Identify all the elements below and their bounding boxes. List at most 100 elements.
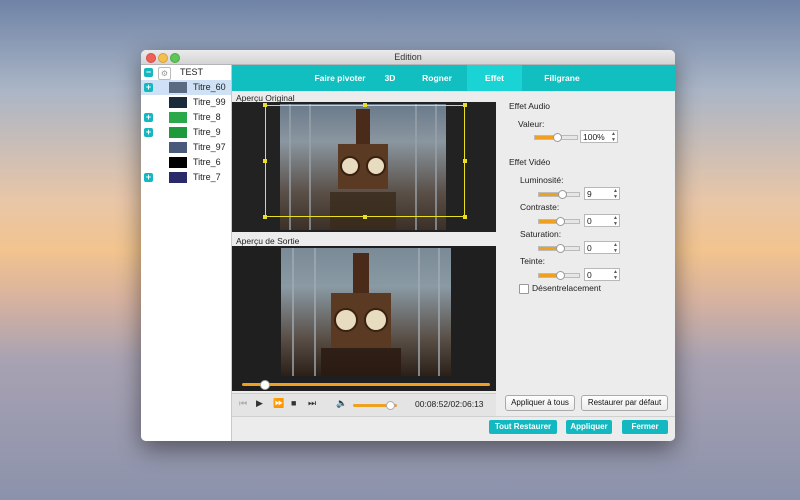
brightness-handle[interactable] (558, 190, 567, 199)
brightness-slider[interactable] (538, 190, 580, 199)
title-thumbnail (169, 127, 187, 138)
hue-label: Teinte: (520, 256, 546, 266)
timecode: 00:08:52/02:06:13 (415, 399, 484, 409)
title-bar: Edition (141, 50, 675, 65)
restore-all-button[interactable]: Tout Restaurer (489, 420, 557, 434)
clock-tower-image (292, 248, 440, 376)
restore-default-button[interactable]: Restaurer par défaut (581, 395, 668, 411)
contrast-slider[interactable] (538, 217, 580, 226)
hue-stepper[interactable]: 0 ▲ ▼ (584, 268, 620, 281)
settings-icon: ⚙ (158, 67, 171, 80)
stepper-arrows-icon[interactable]: ▲ ▼ (613, 242, 618, 254)
title-thumbnail (169, 142, 187, 153)
tree-item-label: Titre_6 (193, 157, 221, 167)
play-icon[interactable]: ▶ (256, 398, 263, 409)
deinterlace-label: Désentrelacement (532, 283, 601, 293)
effects-panel: Effet Audio Valeur: 100% ▲ ▼ Effet Vidéo … (502, 91, 675, 411)
saturation-handle[interactable] (556, 244, 565, 253)
skip-forward-icon[interactable]: ⏭ (308, 398, 316, 409)
apply-button[interactable]: Appliquer (566, 420, 612, 434)
tree-item-label: Titre_8 (193, 112, 221, 122)
speaker-icon[interactable]: 🔈 (336, 398, 347, 409)
close-window-button[interactable] (146, 53, 156, 63)
expand-icon[interactable]: + (144, 173, 153, 182)
output-preview-label: Aperçu de Sortie (236, 236, 300, 246)
stepper-arrows-icon[interactable]: ▲ ▼ (613, 215, 618, 227)
tab-bar: Faire pivoter 3D Rogner Effet Filigrane (232, 65, 675, 91)
title-thumbnail (169, 157, 187, 168)
brightness-stepper[interactable]: 9 ▲ ▼ (584, 187, 620, 200)
saturation-slider[interactable] (538, 244, 580, 253)
title-thumbnail (169, 97, 187, 108)
contrast-handle[interactable] (556, 217, 565, 226)
saturation-label: Saturation: (520, 229, 562, 239)
stop-icon[interactable]: ■ (291, 398, 296, 408)
tree-item-label: Titre_60 (193, 82, 226, 92)
fast-forward-icon[interactable]: ⏩ (273, 398, 284, 409)
expand-icon[interactable]: + (144, 83, 153, 92)
stepper-arrows-icon[interactable]: ▲ ▼ (613, 188, 618, 200)
tree-root-label: TEST (180, 67, 204, 77)
minimize-window-button[interactable] (158, 53, 168, 63)
tree-item[interactable]: Titre_99 (141, 95, 231, 110)
title-thumbnail (169, 82, 187, 93)
stepper-arrows-icon[interactable]: ▲ ▼ (611, 131, 616, 143)
window-title: Edition (394, 52, 422, 62)
crop-rectangle[interactable] (263, 103, 467, 219)
crop-handle[interactable] (363, 215, 367, 219)
hue-slider[interactable] (538, 271, 580, 280)
tree-item-label: Titre_7 (193, 172, 221, 182)
audio-effect-title: Effet Audio (509, 101, 550, 111)
tab-rotate[interactable]: Faire pivoter (305, 65, 375, 91)
tree-item[interactable]: + Titre_8 (141, 110, 231, 125)
collapse-icon[interactable]: − (144, 68, 153, 77)
tree-item[interactable]: + Titre_9 (141, 125, 231, 140)
title-thumbnail (169, 112, 187, 123)
output-frame-image (281, 248, 451, 376)
tab-3d[interactable]: 3D (375, 65, 405, 91)
crop-handle[interactable] (463, 103, 467, 107)
tab-crop[interactable]: Rogner (412, 65, 462, 91)
crop-handle[interactable] (263, 215, 267, 219)
expand-icon[interactable]: + (144, 113, 153, 122)
output-preview (232, 246, 496, 391)
original-preview (232, 102, 496, 232)
crop-handle[interactable] (263, 159, 267, 163)
crop-handle[interactable] (463, 159, 467, 163)
edition-window: Edition − ⚙ TEST + Titre_60 Titre_99 + Titre… (141, 50, 675, 441)
brightness-label: Luminosité: (520, 175, 564, 185)
volume-slider[interactable] (353, 401, 397, 410)
title-thumbnail (169, 172, 187, 183)
crop-handle[interactable] (463, 215, 467, 219)
tree-item-label: Titre_97 (193, 142, 226, 152)
close-button[interactable]: Fermer (622, 420, 668, 434)
tree-item-label: Titre_99 (193, 97, 226, 107)
tree-item[interactable]: Titre_6 (141, 155, 231, 170)
audio-volume-slider[interactable] (534, 133, 578, 142)
hue-handle[interactable] (556, 271, 565, 280)
seek-bar[interactable] (242, 380, 490, 390)
contrast-stepper[interactable]: 0 ▲ ▼ (584, 214, 620, 227)
deinterlace-checkbox[interactable] (519, 284, 529, 294)
volume-handle[interactable] (386, 401, 396, 410)
volume-label: Valeur: (518, 119, 545, 129)
skip-back-icon[interactable]: ⏮ (239, 398, 247, 409)
tab-watermark[interactable]: Filigrane (532, 65, 592, 91)
stepper-arrows-icon[interactable]: ▲ ▼ (613, 269, 618, 281)
contrast-label: Contraste: (520, 202, 560, 212)
saturation-stepper[interactable]: 0 ▲ ▼ (584, 241, 620, 254)
tab-effect[interactable]: Effet (467, 65, 522, 91)
crop-handle[interactable] (363, 103, 367, 107)
tree-root[interactable]: − ⚙ TEST (141, 65, 231, 80)
volume-stepper[interactable]: 100% ▲ ▼ (580, 130, 618, 143)
tree-item[interactable]: Titre_97 (141, 140, 231, 155)
audio-volume-handle[interactable] (553, 133, 562, 142)
tree-item-label: Titre_9 (193, 127, 221, 137)
tree-item[interactable]: + Titre_60 (141, 80, 231, 95)
expand-icon[interactable]: + (144, 128, 153, 137)
crop-handle[interactable] (263, 103, 267, 107)
apply-all-button[interactable]: Appliquer à tous (505, 395, 575, 411)
zoom-window-button[interactable] (170, 53, 180, 63)
video-effect-title: Effet Vidéo (509, 157, 551, 167)
tree-item[interactable]: + Titre_7 (141, 170, 231, 185)
